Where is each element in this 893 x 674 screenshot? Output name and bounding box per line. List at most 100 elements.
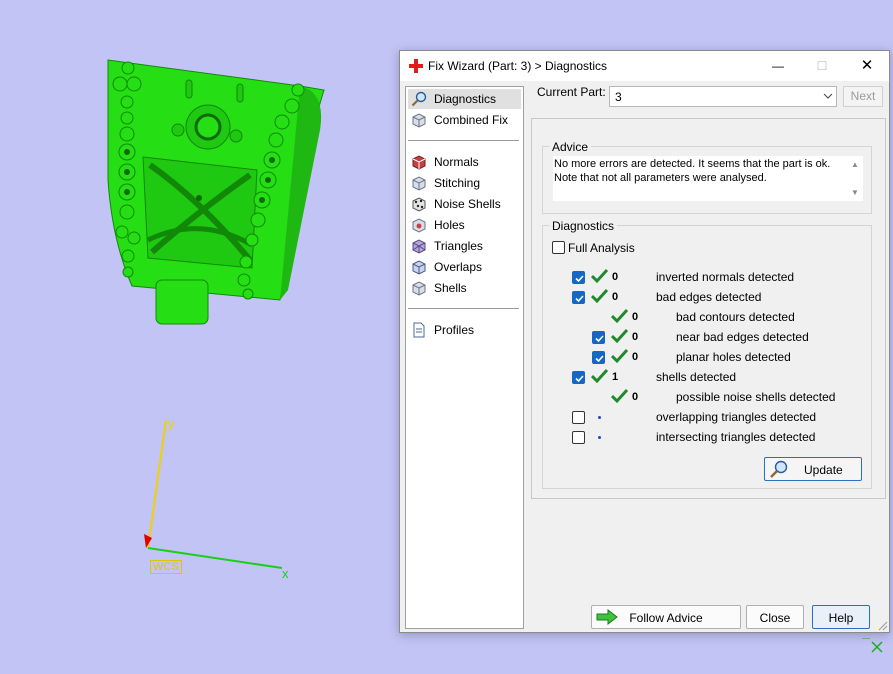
intersecting-triangles-checkbox[interactable] xyxy=(572,431,585,444)
advice-textbox[interactable]: No more errors are detected. It seems th… xyxy=(553,156,863,201)
diagnostics-title: Diagnostics xyxy=(549,219,618,233)
triangles-cube-icon xyxy=(412,239,426,254)
near-bad-edges-checkbox[interactable] xyxy=(592,331,605,344)
close-window-button[interactable]: ✕ xyxy=(845,51,889,81)
ok-check-icon xyxy=(591,288,609,304)
fix-wizard-dialog: Fix Wizard (Part: 3) > Diagnostics — ☐ ✕… xyxy=(399,50,890,633)
magnifier-icon xyxy=(770,460,788,478)
bad-contours-label: bad contours detected xyxy=(676,310,795,324)
near-bad-edges-label: near bad edges detected xyxy=(676,330,809,344)
diagnostics-group: Diagnostics Full Analysis 0 inverted nor… xyxy=(542,219,872,489)
stitching-cube-icon xyxy=(412,176,426,191)
full-analysis-label: Full Analysis xyxy=(568,241,635,255)
full-analysis-checkbox[interactable] xyxy=(552,241,565,254)
wizard-sidebar: Diagnostics Combined Fix Normals Stitchi… xyxy=(405,86,524,629)
advice-title: Advice xyxy=(549,140,592,154)
ok-check-icon xyxy=(611,388,629,404)
axis-y-label: y xyxy=(168,416,175,431)
ok-check-icon xyxy=(611,328,629,344)
scroll-down-arrow-icon[interactable]: ▼ xyxy=(851,188,859,197)
resize-grip-icon[interactable] xyxy=(878,621,888,631)
sidebar-item-label: Profiles xyxy=(434,323,475,337)
sidebar-item-noise-shells[interactable]: Noise Shells xyxy=(408,194,521,214)
sidebar-item-label: Holes xyxy=(434,218,465,232)
help-button[interactable]: Help xyxy=(812,605,870,629)
dialog-title: Fix Wizard (Part: 3) > Diagnostics xyxy=(428,59,608,73)
overlaps-cube-icon xyxy=(412,260,426,275)
sidebar-item-label: Stitching xyxy=(434,176,481,190)
inverted-normals-checkbox[interactable] xyxy=(572,271,585,284)
normals-cube-icon xyxy=(412,155,426,170)
ok-check-icon xyxy=(611,308,629,324)
sidebar-item-label: Shells xyxy=(434,281,467,295)
axis-x-label: x xyxy=(282,566,289,581)
cube-icon xyxy=(412,113,426,128)
noise-shells-label: possible noise shells detected xyxy=(676,390,836,404)
sidebar-item-combined-fix[interactable]: Combined Fix xyxy=(408,110,521,130)
shells-count: 1 xyxy=(612,371,619,383)
current-part-value: 3 xyxy=(615,90,622,104)
planar-holes-checkbox[interactable] xyxy=(592,351,605,364)
shells-cube-icon xyxy=(412,281,426,296)
advice-text: No more errors are detected. It seems th… xyxy=(554,158,831,184)
ok-check-icon xyxy=(611,348,629,364)
overlapping-triangles-checkbox[interactable] xyxy=(572,411,585,424)
pending-dot-icon xyxy=(598,436,601,439)
current-part-label: Current Part: xyxy=(537,85,606,99)
sidebar-item-shells[interactable]: Shells xyxy=(408,278,521,298)
bad-edges-count: 0 xyxy=(612,291,619,303)
pending-dot-icon xyxy=(598,416,601,419)
coordinate-axes xyxy=(144,419,283,569)
holes-cube-icon xyxy=(412,218,426,233)
bad-edges-checkbox[interactable] xyxy=(572,291,585,304)
update-button[interactable]: Update xyxy=(764,457,862,481)
intersecting-triangles-label: intersecting triangles detected xyxy=(656,430,816,444)
planar-holes-count: 0 xyxy=(632,351,639,363)
next-button[interactable]: Next xyxy=(843,86,883,107)
sidebar-item-stitching[interactable]: Stitching xyxy=(408,173,521,193)
sidebar-item-label: Triangles xyxy=(434,239,483,253)
noise-shells-icon xyxy=(412,197,426,212)
sidebar-item-label: Noise Shells xyxy=(434,197,501,211)
ok-check-icon xyxy=(591,368,609,384)
scroll-up-arrow-icon[interactable]: ▲ xyxy=(851,160,859,169)
bad-edges-label: bad edges detected xyxy=(656,290,762,304)
ring-model xyxy=(107,59,325,325)
sidebar-item-label: Overlaps xyxy=(434,260,483,274)
maximize-button[interactable]: ☐ xyxy=(800,51,844,81)
chevron-down-icon xyxy=(823,93,833,99)
sidebar-divider xyxy=(408,308,519,309)
sidebar-item-label: Normals xyxy=(434,155,479,169)
magnifier-icon xyxy=(411,91,427,107)
overlapping-triangles-label: overlapping triangles detected xyxy=(656,410,817,424)
wcs-label: WCS xyxy=(150,560,182,574)
current-part-select[interactable]: 3 xyxy=(609,86,837,107)
inverted-normals-label: inverted normals detected xyxy=(656,270,795,284)
advice-group: Advice No more errors are detected. It s… xyxy=(542,140,872,214)
ok-check-icon xyxy=(591,268,609,284)
sidebar-item-overlaps[interactable]: Overlaps xyxy=(408,257,521,277)
follow-advice-button[interactable]: Follow Advice xyxy=(591,605,741,629)
noise-shells-count: 0 xyxy=(632,391,639,403)
title-bar[interactable]: Fix Wizard (Part: 3) > Diagnostics — ☐ ✕ xyxy=(400,51,889,81)
sidebar-item-profiles[interactable]: Profiles xyxy=(408,320,521,340)
bad-contours-count: 0 xyxy=(632,311,639,323)
red-cross-icon xyxy=(409,59,423,73)
corner-axis-icon xyxy=(862,638,883,653)
sidebar-item-holes[interactable]: Holes xyxy=(408,215,521,235)
sidebar-item-normals[interactable]: Normals xyxy=(408,152,521,172)
sidebar-item-label: Combined Fix xyxy=(434,113,509,127)
shells-label: shells detected xyxy=(656,370,737,384)
profiles-document-icon xyxy=(413,322,425,338)
sidebar-item-diagnostics[interactable]: Diagnostics xyxy=(408,89,521,109)
minimize-button[interactable]: — xyxy=(756,51,800,81)
close-button[interactable]: Close xyxy=(746,605,804,629)
planar-holes-label: planar holes detected xyxy=(676,350,791,364)
near-bad-edges-count: 0 xyxy=(632,331,639,343)
sidebar-divider xyxy=(408,140,519,141)
inverted-normals-count: 0 xyxy=(612,271,619,283)
diagnostics-panel: Advice No more errors are detected. It s… xyxy=(531,118,886,499)
sidebar-item-triangles[interactable]: Triangles xyxy=(408,236,521,256)
sidebar-item-label: Diagnostics xyxy=(434,92,497,106)
shells-checkbox[interactable] xyxy=(572,371,585,384)
